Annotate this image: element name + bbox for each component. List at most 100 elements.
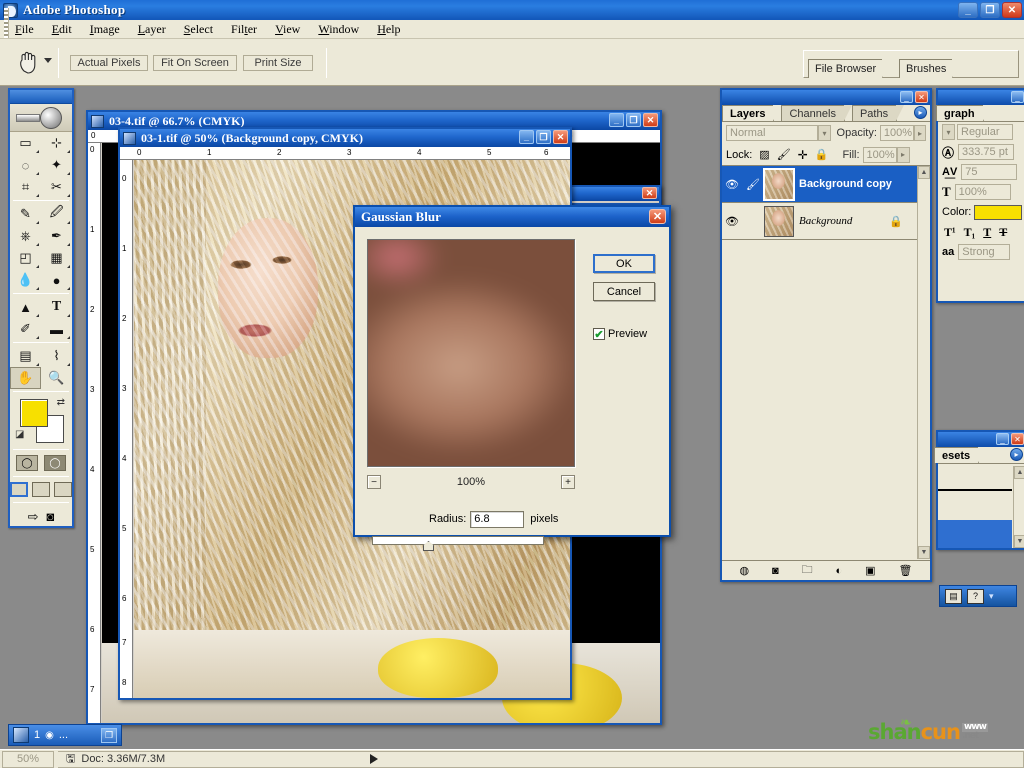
lock-transparent-icon[interactable]: ▨ <box>759 148 769 161</box>
cancel-button[interactable]: Cancel <box>593 282 655 301</box>
brush-tool-icon[interactable]: 🖉 <box>41 203 72 225</box>
move-tool-icon[interactable]: ⊹ <box>41 132 72 154</box>
preview-checkbox[interactable]: ✔ <box>593 328 605 341</box>
toolbox-palette[interactable]: ▭ ⊹ ◌ ✦ ⌗ ✂ ✎ 🖉 ⎈ ✒ ◰ ▦ 💧 ● ▲ T ✐ ▬ ▤ ⌇ <box>8 88 74 528</box>
leading-value[interactable]: 333.75 pt <box>958 144 1015 160</box>
print-size-button[interactable]: Print Size <box>243 55 313 71</box>
status-expand-right-arrow-icon[interactable] <box>370 754 378 764</box>
horizontal-ruler-03-1[interactable]: 0 1 2 3 4 5 6 <box>120 147 570 160</box>
fill-value[interactable]: 100% <box>862 146 897 163</box>
gradient-tool-icon[interactable]: ▦ <box>41 247 72 269</box>
rectangular-marquee-tool-icon[interactable]: ▭ <box>10 132 41 154</box>
character-minimize-button[interactable]: _ <box>1011 91 1024 103</box>
presets-row-1[interactable] <box>938 466 1012 491</box>
radius-slider-track[interactable] <box>372 536 544 545</box>
vertical-scale-value[interactable]: 100% <box>954 184 1011 200</box>
menu-item-layer[interactable]: Layer <box>129 21 175 38</box>
history-brush-tool-icon[interactable]: ✒ <box>41 225 72 247</box>
fill-chevron-icon[interactable]: ▸ <box>896 146 910 163</box>
hand-tool-icon-toolbox[interactable]: ✋ <box>10 367 41 389</box>
character-palette[interactable]: _ graph ▾ Regular Ⓐ 333.75 pt A͟V 75 T 1… <box>936 88 1024 303</box>
layer-visibility-eye-icon[interactable]: 👁 <box>722 178 742 191</box>
menu-item-view[interactable]: View <box>266 21 309 38</box>
table-row[interactable]: 👁 🖌 Background copy <box>722 166 917 203</box>
opacity-value[interactable]: 100% <box>879 125 914 141</box>
doc-maximize-button-03-4[interactable]: ❐ <box>626 113 641 127</box>
tab-channels[interactable]: Channels <box>781 105 853 121</box>
eraser-tool-icon[interactable]: ◰ <box>10 247 41 269</box>
presets-palette-title-bar[interactable]: _ ✕ <box>938 432 1024 447</box>
font-style-chevron-icon[interactable]: ▾ <box>942 124 955 140</box>
delete-layer-icon[interactable]: 🗑 <box>898 564 912 577</box>
hidden-doc-close-button[interactable]: ✕ <box>642 187 657 199</box>
default-colors-icon[interactable]: ◪ <box>15 429 24 440</box>
fit-on-screen-button[interactable]: Fit On Screen <box>153 55 237 71</box>
notes-tool-icon[interactable]: ▤ <box>10 345 41 367</box>
doc-minimize-button-03-1[interactable]: _ <box>519 130 534 144</box>
keyboard-icon[interactable]: ▤ <box>945 588 962 604</box>
antialias-value[interactable]: Strong <box>958 244 1011 260</box>
standard-screen-mode-icon[interactable] <box>10 482 28 497</box>
tab-paragraph[interactable]: graph <box>936 105 991 121</box>
tab-presets[interactable]: esets <box>934 447 987 463</box>
vertical-ruler-03-1[interactable]: 0 1 2 3 4 5 6 7 8 <box>120 160 133 698</box>
blend-mode-select[interactable]: Normal <box>726 125 819 141</box>
dodge-tool-icon[interactable]: ● <box>41 269 72 291</box>
tab-layers[interactable]: Layers <box>722 105 783 121</box>
opacity-chevron-icon[interactable]: ▸ <box>913 125 926 141</box>
presets-palette[interactable]: _ ✕ esets ▸ ▲ ▼ <box>934 430 1024 550</box>
layer-visibility-eye-icon[interactable]: 👁 <box>722 215 742 228</box>
presets-scrollbar[interactable]: ▲ ▼ <box>1013 466 1024 548</box>
dialog-title-bar[interactable]: Gaussian Blur ✕ <box>355 207 669 227</box>
menu-item-image[interactable]: Image <box>81 21 129 38</box>
tiny-palette[interactable]: ▤ ? ▾ <box>939 585 1017 607</box>
blur-preview-box[interactable] <box>367 239 575 467</box>
menu-item-file[interactable]: FFileile <box>6 21 43 38</box>
new-group-icon[interactable]: 🗀 <box>802 561 813 580</box>
zoom-tool-icon[interactable]: 🔍 <box>41 367 72 389</box>
tool-preset-chevron-down-icon[interactable] <box>44 58 52 63</box>
subscript-icon[interactable]: T₁ <box>964 225 976 240</box>
menu-item-window[interactable]: Window <box>309 21 368 38</box>
mini-document-bar[interactable]: 1 ◉ ... ❐ <box>8 724 122 746</box>
layer-name[interactable]: Background <box>799 215 852 227</box>
maximize-button[interactable]: ❐ <box>980 2 1000 18</box>
scroll-down-arrow-icon[interactable]: ▼ <box>1014 535 1024 548</box>
lock-all-icon[interactable]: 🔒 <box>815 148 829 161</box>
hand-tool-icon[interactable] <box>16 50 46 76</box>
lock-image-icon[interactable]: 🖌 <box>777 148 791 161</box>
standard-mask-mode-icon[interactable]: ◯ <box>16 455 38 471</box>
foreground-color-swatch[interactable] <box>20 399 48 427</box>
lasso-tool-icon[interactable]: ◌ <box>10 154 41 176</box>
full-screen-with-menu-icon[interactable] <box>32 482 50 497</box>
collapse-icon[interactable]: ▾ <box>989 591 994 602</box>
eyedropper-tool-icon[interactable]: ⌇ <box>41 345 72 367</box>
preview-zoom-in-button[interactable]: + <box>561 475 575 489</box>
toolbox-title-bar[interactable] <box>10 90 72 104</box>
slice-tool-icon[interactable]: ✂ <box>41 176 72 198</box>
gaussian-blur-dialog[interactable]: Gaussian Blur ✕ − 100% + OK Cancel ✔ Pre… <box>353 205 671 551</box>
blur-tool-icon[interactable]: 💧 <box>10 269 41 291</box>
quick-mask-mode-icon[interactable]: ◯ <box>44 455 66 471</box>
scroll-down-arrow-icon[interactable]: ▼ <box>918 546 930 559</box>
layer-thumbnail[interactable] <box>764 205 794 237</box>
new-layer-icon[interactable]: ▣ <box>865 564 875 577</box>
swap-colors-icon[interactable]: ⇄ <box>57 397 65 408</box>
magic-wand-tool-icon[interactable]: ✦ <box>41 154 72 176</box>
status-zoom-field[interactable]: 50% <box>2 750 54 768</box>
mini-bar-restore-button[interactable]: ❐ <box>101 727 117 743</box>
layer-mask-icon[interactable]: ◙ <box>772 565 779 577</box>
full-screen-mode-icon[interactable] <box>54 482 72 497</box>
layers-close-button[interactable]: ✕ <box>915 91 928 103</box>
pen-tool-icon[interactable]: ✐ <box>10 318 41 340</box>
doc-minimize-button-03-4[interactable]: _ <box>609 113 624 127</box>
well-tab-file-browser[interactable]: File Browser <box>808 59 892 78</box>
superscript-icon[interactable]: T¹ <box>944 225 956 240</box>
minimize-button[interactable]: _ <box>958 2 978 18</box>
options-bar-grip[interactable] <box>4 8 9 38</box>
radius-input[interactable]: 6.8 <box>470 510 525 528</box>
presets-row-3-selected[interactable] <box>938 520 1012 548</box>
shape-tool-icon[interactable]: ▬ <box>41 318 72 340</box>
document-window-hidden[interactable]: ✕ <box>565 185 661 205</box>
doc-close-button-03-4[interactable]: ✕ <box>643 113 658 127</box>
